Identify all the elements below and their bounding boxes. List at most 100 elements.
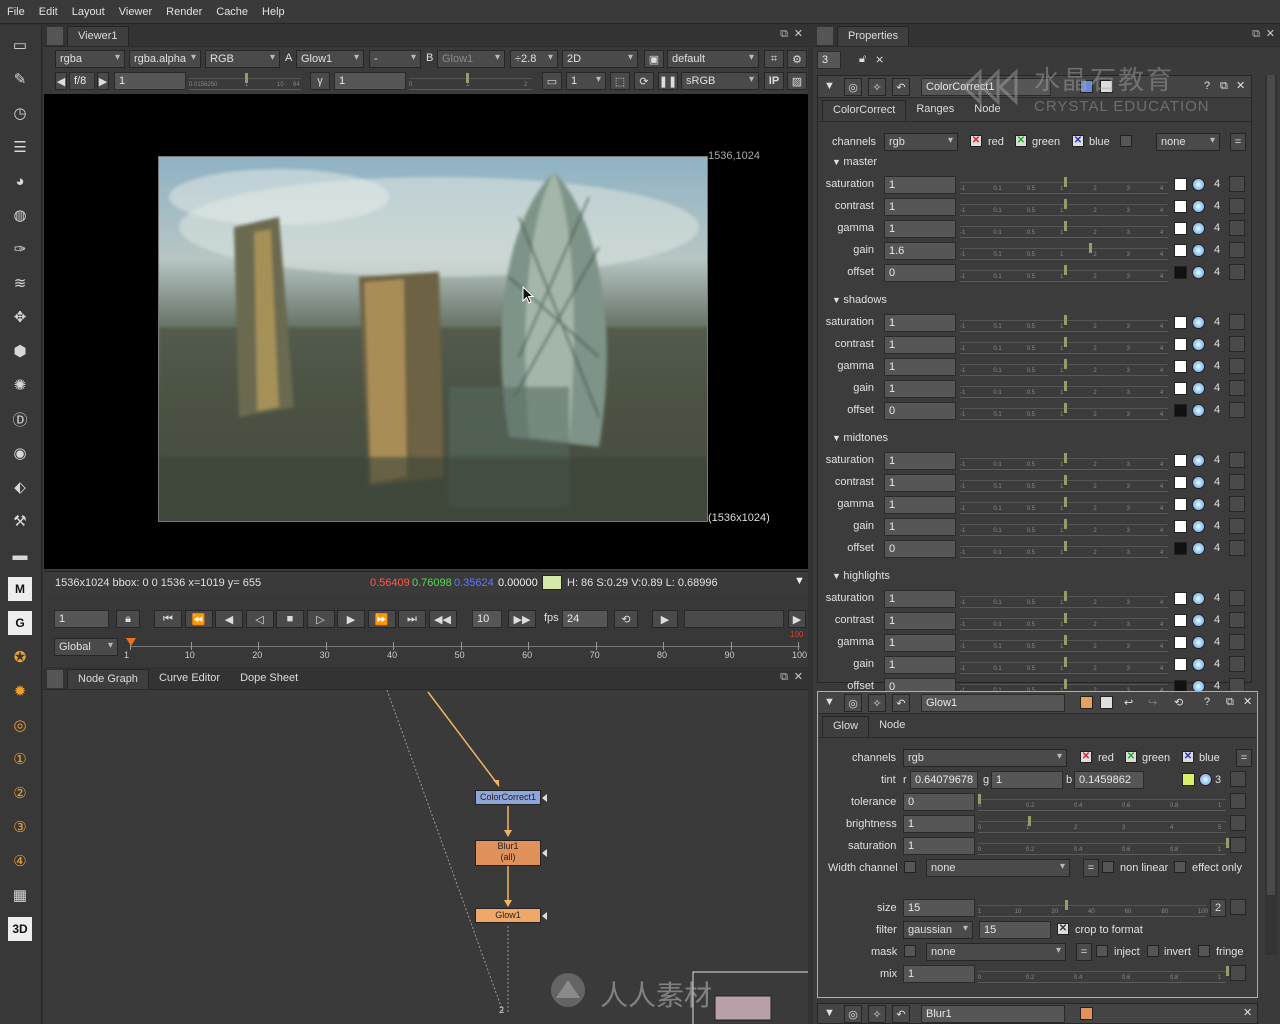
skip-forward-icon[interactable]: ▶▶	[508, 610, 536, 628]
fire-plugin-icon[interactable]: ✹	[8, 679, 32, 703]
step-forward-icon[interactable]: ▷	[306, 610, 335, 628]
highlights-gain-slider[interactable]: -1 0.1 0.5 1 2 3 4	[960, 656, 1168, 674]
b-input-dropdown[interactable]: Glow1	[437, 50, 505, 68]
animation-curve-icon[interactable]	[1229, 496, 1245, 512]
channel-count[interactable]: 4	[1214, 222, 1220, 234]
slider-thumb[interactable]	[1226, 966, 1229, 976]
animation-curve-icon[interactable]	[1229, 634, 1245, 650]
color-wheel-icon[interactable]	[1192, 658, 1205, 671]
animation-curve-icon[interactable]	[1229, 242, 1245, 258]
node-color-icon[interactable]: ✧	[868, 1005, 886, 1023]
deep-tool-icon[interactable]: Ⓓ	[8, 407, 32, 431]
slider-thumb[interactable]	[1064, 359, 1067, 369]
link-icon[interactable]: =	[1230, 133, 1246, 151]
highlights-gain-field[interactable]: 1	[884, 656, 956, 674]
zoom-dropdown[interactable]: ÷2.8	[510, 50, 558, 68]
undo-icon[interactable]: ↶	[892, 78, 910, 96]
animation-curve-icon[interactable]	[1229, 198, 1245, 214]
master-saturation-field[interactable]: 1	[884, 176, 956, 194]
slider-thumb[interactable]	[1226, 838, 1229, 848]
tint-g-field[interactable]: 1	[991, 771, 1063, 789]
color-swatch[interactable]	[1174, 520, 1187, 533]
channel-count[interactable]: 4	[1214, 658, 1220, 670]
mask-checkbox[interactable]	[904, 945, 916, 957]
section-midtones[interactable]: ▼ midtones	[832, 432, 888, 444]
shadows-saturation-slider[interactable]: -1 0.1 0.5 1 2 3 4	[960, 314, 1168, 332]
width-channel-dropdown[interactable]: none	[926, 859, 1070, 877]
lock-range-icon[interactable]: 🔒︎	[116, 610, 140, 628]
color-wheel-icon[interactable]	[1192, 498, 1205, 511]
highlights-contrast-field[interactable]: 1	[884, 612, 956, 630]
section-collapse-icon[interactable]: ▼	[832, 571, 843, 581]
animation-curve-icon[interactable]	[1229, 264, 1245, 280]
revert-icon[interactable]: ↩	[1124, 696, 1133, 709]
reset-icon[interactable]: ⟲	[1174, 696, 1183, 709]
node-glow1[interactable]: Glow1	[475, 908, 541, 923]
panel-menu-icon[interactable]	[47, 27, 63, 45]
color-wheel-icon[interactable]	[1192, 222, 1205, 235]
color-wheel-icon[interactable]	[1199, 773, 1212, 786]
crop-icon[interactable]: ⬚	[610, 72, 630, 90]
section-collapse-icon[interactable]: ▼	[832, 433, 843, 443]
fstop-field[interactable]: f/8	[69, 72, 95, 90]
redo-icon[interactable]: ↪	[1148, 696, 1157, 709]
channel-count[interactable]: 4	[1214, 636, 1220, 648]
panel-menu-icon[interactable]	[47, 670, 63, 688]
section-highlights[interactable]: ▼ highlights	[832, 570, 890, 582]
m-plugin-icon[interactable]: M	[8, 577, 32, 601]
playhead-marker[interactable]	[126, 638, 136, 646]
roi-icon[interactable]: ⌗	[764, 50, 784, 68]
close-icon[interactable]: ✕	[1243, 1006, 1252, 1019]
color-wheel-icon[interactable]	[1192, 454, 1205, 467]
skip-back-icon[interactable]: ◀◀	[428, 610, 457, 628]
channels-dropdown[interactable]: rgb	[884, 133, 958, 151]
midtones-saturation-slider[interactable]: -1 0.1 0.5 1 2 3 4	[960, 452, 1168, 470]
color-wheel-icon[interactable]	[1192, 614, 1205, 627]
menu-edit[interactable]: Edit	[32, 6, 65, 18]
color-swatch[interactable]	[1174, 636, 1187, 649]
views-tool-icon[interactable]: ◉	[8, 441, 32, 465]
animation-curve-icon[interactable]	[1229, 612, 1245, 628]
paint-tool-icon[interactable]: ✎	[8, 67, 32, 91]
slider-thumb[interactable]	[1064, 403, 1067, 413]
eye-plugin-icon[interactable]: ◎	[8, 713, 32, 737]
color-wheel-icon[interactable]	[1192, 200, 1205, 213]
highlights-saturation-slider[interactable]: -1 0.1 0.5 1 2 3 4	[960, 590, 1168, 608]
float-panel-icon[interactable]: ⧉	[780, 671, 788, 684]
green-checkbox[interactable]: ✕	[1015, 135, 1027, 147]
animation-curve-icon[interactable]	[1229, 540, 1245, 556]
alpha-channel-dropdown[interactable]: none	[1156, 133, 1220, 151]
display-mode-dropdown[interactable]: RGB	[205, 50, 280, 68]
color-swatch[interactable]	[1174, 338, 1187, 351]
menu-render[interactable]: Render	[159, 6, 209, 18]
blue-checkbox[interactable]: ✕	[1072, 135, 1084, 147]
color-wheel-icon[interactable]	[1192, 636, 1205, 649]
channel-count[interactable]: 4	[1214, 542, 1220, 554]
animation-curve-icon[interactable]	[1229, 518, 1245, 534]
node-name-field[interactable]: Glow1	[921, 694, 1065, 712]
metadata-tool-icon[interactable]: ⬖	[8, 475, 32, 499]
saturation-field[interactable]: 1	[903, 837, 975, 855]
tab-glow[interactable]: Glow	[822, 716, 870, 737]
animation-curve-icon[interactable]	[1229, 314, 1245, 330]
color-swatch[interactable]	[1174, 592, 1187, 605]
color-swatch[interactable]	[1174, 200, 1187, 213]
size-channel-count[interactable]: 2	[1210, 899, 1226, 917]
timeline-end-icon[interactable]: ▶	[788, 610, 806, 628]
channels-dropdown[interactable]: rgb	[903, 749, 1067, 767]
channel-count[interactable]: 4	[1214, 338, 1220, 350]
playback-range-field[interactable]	[684, 610, 784, 628]
slider-thumb[interactable]	[1064, 497, 1067, 507]
slider-thumb[interactable]	[1064, 381, 1067, 391]
timeline-ruler[interactable]: 1 10 20 30 40 50 60 70 80 90 100 100	[124, 630, 807, 664]
slider-thumb[interactable]	[1064, 519, 1067, 529]
plugin-1-icon[interactable]: ①	[8, 747, 32, 771]
tolerance-field[interactable]: 0	[903, 793, 975, 811]
fstop-left-icon[interactable]: ◀	[55, 72, 67, 90]
pattern-plugin-icon[interactable]: ▦	[8, 883, 32, 907]
slider-thumb[interactable]	[1064, 453, 1067, 463]
fstop-right-icon[interactable]: ▶	[97, 72, 109, 90]
color-wheel-icon[interactable]	[1192, 476, 1205, 489]
master-gain-slider[interactable]: -1 0.1 0.5 1 2 3 4	[960, 242, 1168, 260]
plugin-2-icon[interactable]: ②	[8, 781, 32, 805]
